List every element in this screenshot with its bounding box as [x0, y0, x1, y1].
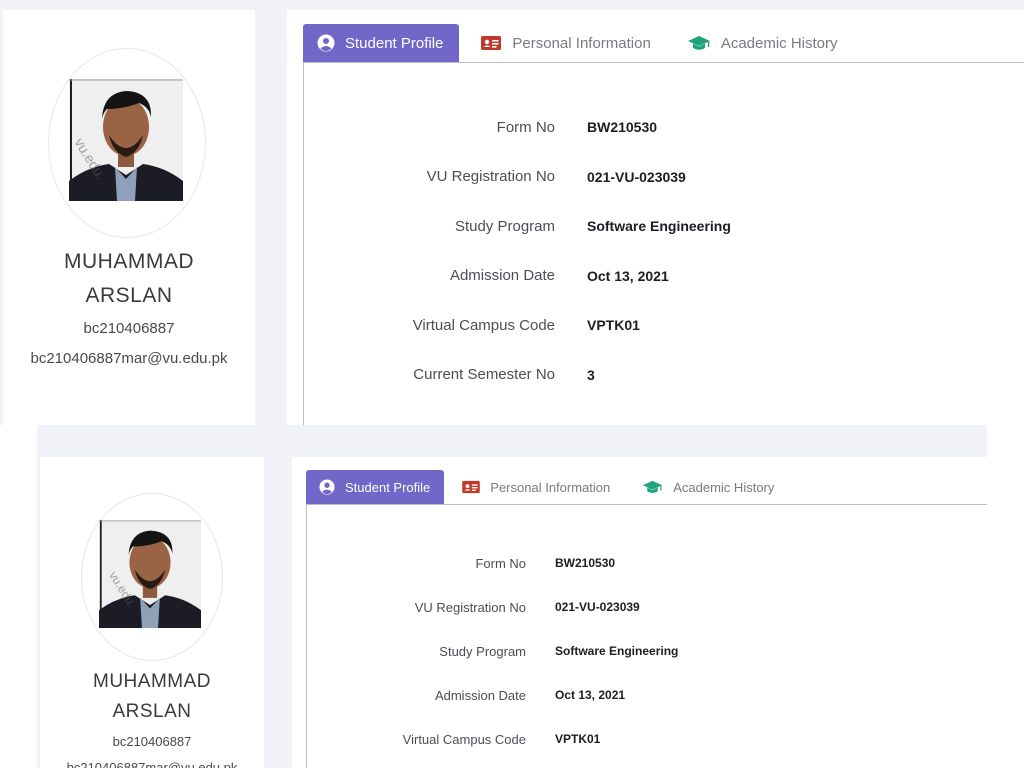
field-value: VPTK01 [555, 732, 601, 746]
profile-field-row: Study Program Software Engineering [327, 215, 731, 237]
id-card-icon [481, 35, 502, 51]
field-value: BW210530 [555, 556, 616, 570]
field-value: 3 [587, 366, 595, 383]
profile-field-row: VU Registration No 021-VU-023039 [327, 166, 686, 188]
student-card: vu.edu. MUHAMMAD ARSLAN bc210406887 bc21… [40, 457, 264, 768]
student-name-first: MUHAMMAD [93, 671, 211, 692]
profile-panel: Student Profile Personal Information Aca… [292, 457, 987, 768]
field-label: VU Registration No [414, 599, 526, 615]
field-value: BW210530 [587, 119, 658, 135]
tab-label: Student Profile [345, 479, 431, 495]
profile-screenshot-bottom: vu.edu. MUHAMMAD ARSLAN bc210406887 bc21… [37, 425, 987, 768]
tab-divider [306, 504, 987, 505]
student-id: bc210406887 [83, 320, 175, 337]
tab-divider [303, 62, 1024, 63]
profile-field-row: Admission Date Oct 13, 2021 [332, 685, 625, 705]
field-label: Virtual Campus Code [412, 316, 555, 334]
field-label: Admission Date [434, 687, 526, 703]
student-name-first: MUHAMMAD [64, 250, 194, 273]
field-label: Form No [475, 555, 526, 571]
profile-field-row: Study Program Software Engineering [332, 641, 678, 661]
field-label: Admission Date [449, 267, 555, 284]
student-email: bc210406887mar@vu.edu.pk [66, 760, 238, 768]
tab-label: Student Profile [345, 34, 444, 52]
profile-panel: Student Profile Personal Information Aca… [287, 10, 1024, 425]
tab-personal-information[interactable]: Personal Information [459, 24, 670, 62]
profile-field-row: Admission Date Oct 13, 2021 [327, 265, 669, 287]
field-value: Software Engineering [587, 218, 731, 234]
profile-screenshot-top: vu.edu. MUHAMMAD ARSLAN bc210406887 bc21… [0, 0, 1024, 425]
graduation-cap-icon [642, 479, 663, 495]
field-label: Study Program [439, 643, 526, 659]
tab-label: Academic History [673, 479, 775, 495]
tab-panel-border [306, 504, 307, 768]
tab-student-profile[interactable]: Student Profile [306, 470, 445, 504]
profile-field-row: Form No BW210530 [327, 116, 657, 138]
student-name-last: ARSLAN [112, 701, 192, 722]
tab-label: Academic History [720, 34, 838, 52]
profile-field-row: VU Registration No 021-VU-023039 [332, 597, 640, 617]
tab-personal-information[interactable]: Personal Information [444, 470, 628, 504]
tab-academic-history[interactable]: Academic History [628, 470, 788, 504]
tab-label: Personal Information [490, 479, 611, 495]
field-label: Virtual Campus Code [402, 731, 526, 747]
tab-label: Personal Information [512, 34, 651, 52]
user-circle-icon [319, 479, 335, 495]
profile-field-row: Virtual Campus Code VPTK01 [327, 314, 640, 336]
tab-panel-border [303, 62, 304, 425]
tab-student-profile[interactable]: Student Profile [303, 24, 460, 62]
field-value: 021-VU-023039 [587, 168, 686, 185]
field-label: Form No [496, 118, 555, 136]
student-email: bc210406887mar@vu.edu.pk [30, 350, 228, 367]
field-label: Current Semester No [413, 366, 555, 383]
field-value: 021-VU-023039 [555, 600, 640, 614]
graduation-cap-icon [687, 34, 711, 52]
field-label: VU Registration No [426, 168, 555, 185]
field-value: Oct 13, 2021 [555, 688, 626, 702]
field-label: Study Program [454, 217, 555, 235]
profile-field-row: Form No BW210530 [332, 553, 615, 573]
tab-academic-history[interactable]: Academic History [671, 24, 854, 62]
profile-tabs: Student Profile Personal Information Aca… [303, 24, 854, 62]
student-card: vu.edu. MUHAMMAD ARSLAN bc210406887 bc21… [3, 10, 255, 425]
field-value: VPTK01 [587, 317, 640, 333]
user-circle-icon [317, 34, 335, 52]
id-card-icon [462, 480, 481, 494]
field-value: Software Engineering [555, 644, 679, 658]
profile-tabs: Student Profile Personal Information Aca… [306, 470, 788, 504]
profile-field-row: Current Semester No 3 [327, 364, 595, 386]
profile-field-row: Virtual Campus Code VPTK01 [332, 729, 601, 749]
student-id: bc210406887 [112, 734, 192, 749]
field-value: Oct 13, 2021 [587, 267, 669, 284]
student-name-last: ARSLAN [85, 284, 173, 307]
